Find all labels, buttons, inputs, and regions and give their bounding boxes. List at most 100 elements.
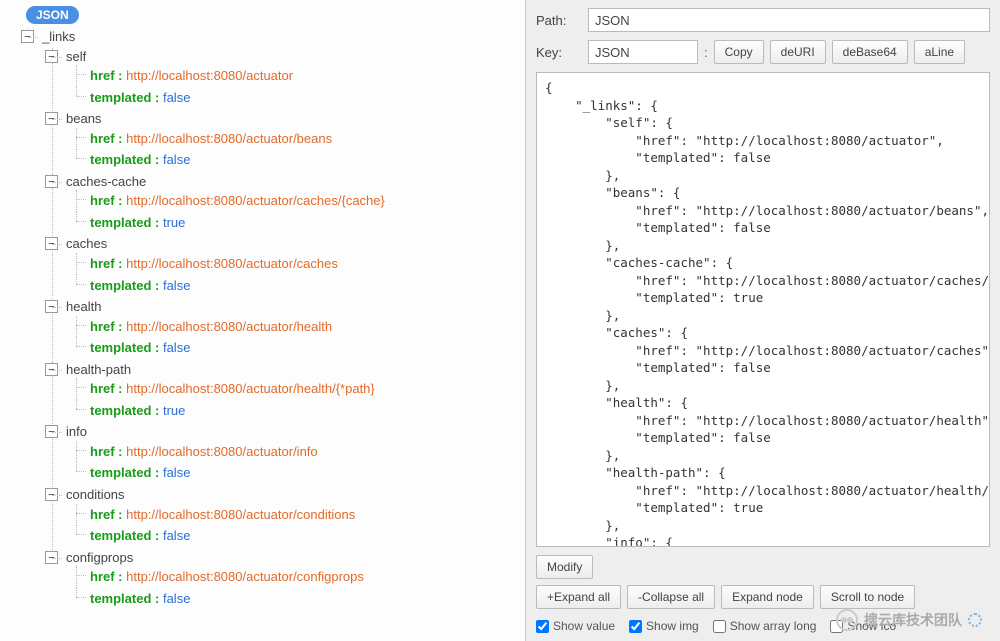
tree-leaf-href[interactable]: href : http://localhost:8080/actuator/ca… — [66, 253, 525, 275]
tree-leaf-href[interactable]: href : http://localhost:8080/actuator/co… — [66, 504, 525, 526]
key-input[interactable] — [588, 40, 698, 64]
tree-node-info[interactable]: −info href : http://localhost:8080/actuat… — [42, 423, 525, 484]
collapse-icon[interactable]: − — [45, 551, 58, 564]
collapse-icon[interactable]: − — [45, 237, 58, 250]
key-label: href : — [90, 319, 123, 334]
tree-node-beans[interactable]: −beanshref : http://localhost:8080/actua… — [42, 110, 525, 171]
tree-leaf-href[interactable]: href : http://localhost:8080/actuator/he… — [66, 316, 525, 338]
key-label: href : — [90, 507, 123, 522]
node-label: conditions — [66, 487, 125, 502]
key-label: templated : — [90, 340, 159, 355]
tree-leaf-href[interactable]: href : http://localhost:8080/actuator/co… — [66, 566, 525, 588]
value-templated: true — [163, 215, 185, 230]
value-href: http://localhost:8080/actuator/caches — [126, 256, 338, 271]
tree-leaf-href[interactable]: href : http://localhost:8080/actuator/he… — [66, 378, 525, 400]
tree-leaf-templated[interactable]: templated : true — [66, 400, 525, 422]
key-label: templated : — [90, 591, 159, 606]
tree-node-configprops[interactable]: −configpropshref : http://localhost:8080… — [42, 549, 525, 610]
gear-icon — [968, 613, 982, 627]
show-array-long-checkbox[interactable]: Show array long — [713, 619, 817, 633]
tree-node-self[interactable]: −selfhref : http://localhost:8080/actuat… — [42, 48, 525, 109]
collapse-icon[interactable]: − — [45, 425, 58, 438]
tree-panel: JSON − _links −selfhref : http://localho… — [0, 0, 525, 641]
tree-leaf-templated[interactable]: templated : false — [66, 275, 525, 297]
value-href: http://localhost:8080/actuator — [126, 68, 293, 83]
value-templated: false — [163, 528, 190, 543]
detail-panel: Path: Key: : Copy deURI deBase64 aLine {… — [525, 0, 1000, 641]
path-label: Path: — [536, 13, 582, 28]
key-label: href : — [90, 444, 123, 459]
value-templated: false — [163, 90, 190, 105]
watermark: 搜云库技术团队 — [836, 609, 982, 631]
collapse-icon[interactable]: − — [45, 300, 58, 313]
key-label: href : — [90, 381, 123, 396]
tree-node-caches[interactable]: −caches href : http://localhost:8080/actu… — [42, 235, 525, 296]
node-label: info — [66, 424, 87, 439]
scroll-to-node-button[interactable]: Scroll to node — [820, 585, 915, 609]
collapse-icon[interactable]: − — [21, 30, 34, 43]
expand-node-button[interactable]: Expand node — [721, 585, 814, 609]
tree-node-health[interactable]: −health href : http://localhost:8080/actu… — [42, 298, 525, 359]
tree-node-health-path[interactable]: −health-pathhref : http://localhost:8080… — [42, 361, 525, 422]
key-label: templated : — [90, 528, 159, 543]
tree-leaf-href[interactable]: href : http://localhost:8080/actuator/in… — [66, 441, 525, 463]
json-tree: − _links −selfhref : http://localhost:80… — [12, 28, 525, 609]
key-label: templated : — [90, 403, 159, 418]
node-label: _links — [42, 29, 75, 44]
show-value-checkbox[interactable]: Show value — [536, 619, 615, 633]
key-label: templated : — [90, 90, 159, 105]
show-img-checkbox[interactable]: Show img — [629, 619, 699, 633]
colon-label: : — [704, 45, 708, 60]
value-templated: false — [163, 465, 190, 480]
path-input[interactable] — [588, 8, 990, 32]
json-textarea[interactable]: { "_links": { "self": { "href": "http://… — [536, 72, 990, 547]
key-row: Key: : Copy deURI deBase64 aLine — [536, 40, 990, 64]
value-href: http://localhost:8080/actuator/health/{*… — [126, 381, 375, 396]
node-label: caches — [66, 236, 107, 251]
wechat-icon — [836, 609, 858, 631]
value-templated: false — [163, 340, 190, 355]
tree-leaf-templated[interactable]: templated : false — [66, 462, 525, 484]
path-row: Path: — [536, 8, 990, 32]
collapse-icon[interactable]: − — [45, 363, 58, 376]
tree-leaf-href[interactable]: href : http://localhost:8080/actuator/be… — [66, 128, 525, 150]
expand-all-button[interactable]: +Expand all — [536, 585, 621, 609]
node-label: self — [66, 49, 86, 64]
tree-node-caches-cache[interactable]: −caches-cachehref : http://localhost:808… — [42, 173, 525, 234]
collapse-icon[interactable]: − — [45, 175, 58, 188]
collapse-all-button[interactable]: -Collapse all — [627, 585, 715, 609]
tree-leaf-templated[interactable]: templated : false — [66, 337, 525, 359]
tree-leaf-templated[interactable]: templated : false — [66, 525, 525, 547]
node-label: configprops — [66, 550, 133, 565]
tree-leaf-href[interactable]: href : http://localhost:8080/actuator — [66, 65, 525, 87]
copy-button[interactable]: Copy — [714, 40, 764, 64]
aline-button[interactable]: aLine — [914, 40, 965, 64]
tree-leaf-templated[interactable]: templated : false — [66, 87, 525, 109]
value-href: http://localhost:8080/actuator/caches/{c… — [126, 193, 385, 208]
debase64-button[interactable]: deBase64 — [832, 40, 908, 64]
deuri-button[interactable]: deURI — [770, 40, 826, 64]
collapse-icon[interactable]: − — [45, 112, 58, 125]
key-label: templated : — [90, 215, 159, 230]
node-label: health-path — [66, 362, 131, 377]
root-node-badge[interactable]: JSON — [26, 6, 79, 24]
value-href: http://localhost:8080/actuator/configpro… — [126, 569, 364, 584]
key-label: href : — [90, 256, 123, 271]
key-label: href : — [90, 569, 123, 584]
key-label: href : — [90, 68, 123, 83]
tree-leaf-templated[interactable]: templated : false — [66, 149, 525, 171]
tree-leaf-href[interactable]: href : http://localhost:8080/actuator/ca… — [66, 190, 525, 212]
modify-button[interactable]: Modify — [536, 555, 593, 579]
tree-leaf-templated[interactable]: templated : false — [66, 588, 525, 610]
value-templated: false — [163, 278, 190, 293]
value-templated: false — [163, 591, 190, 606]
node-label: health — [66, 299, 101, 314]
key-label: templated : — [90, 152, 159, 167]
tree-node-conditions[interactable]: −conditions href : http://localhost:8080/… — [42, 486, 525, 547]
tree-node-links[interactable]: − _links −selfhref : http://localhost:80… — [18, 28, 525, 609]
collapse-icon[interactable]: − — [45, 50, 58, 63]
collapse-icon[interactable]: − — [45, 488, 58, 501]
action-row: +Expand all -Collapse all Expand node Sc… — [536, 585, 990, 609]
tree-leaf-templated[interactable]: templated : true — [66, 212, 525, 234]
key-label: templated : — [90, 465, 159, 480]
